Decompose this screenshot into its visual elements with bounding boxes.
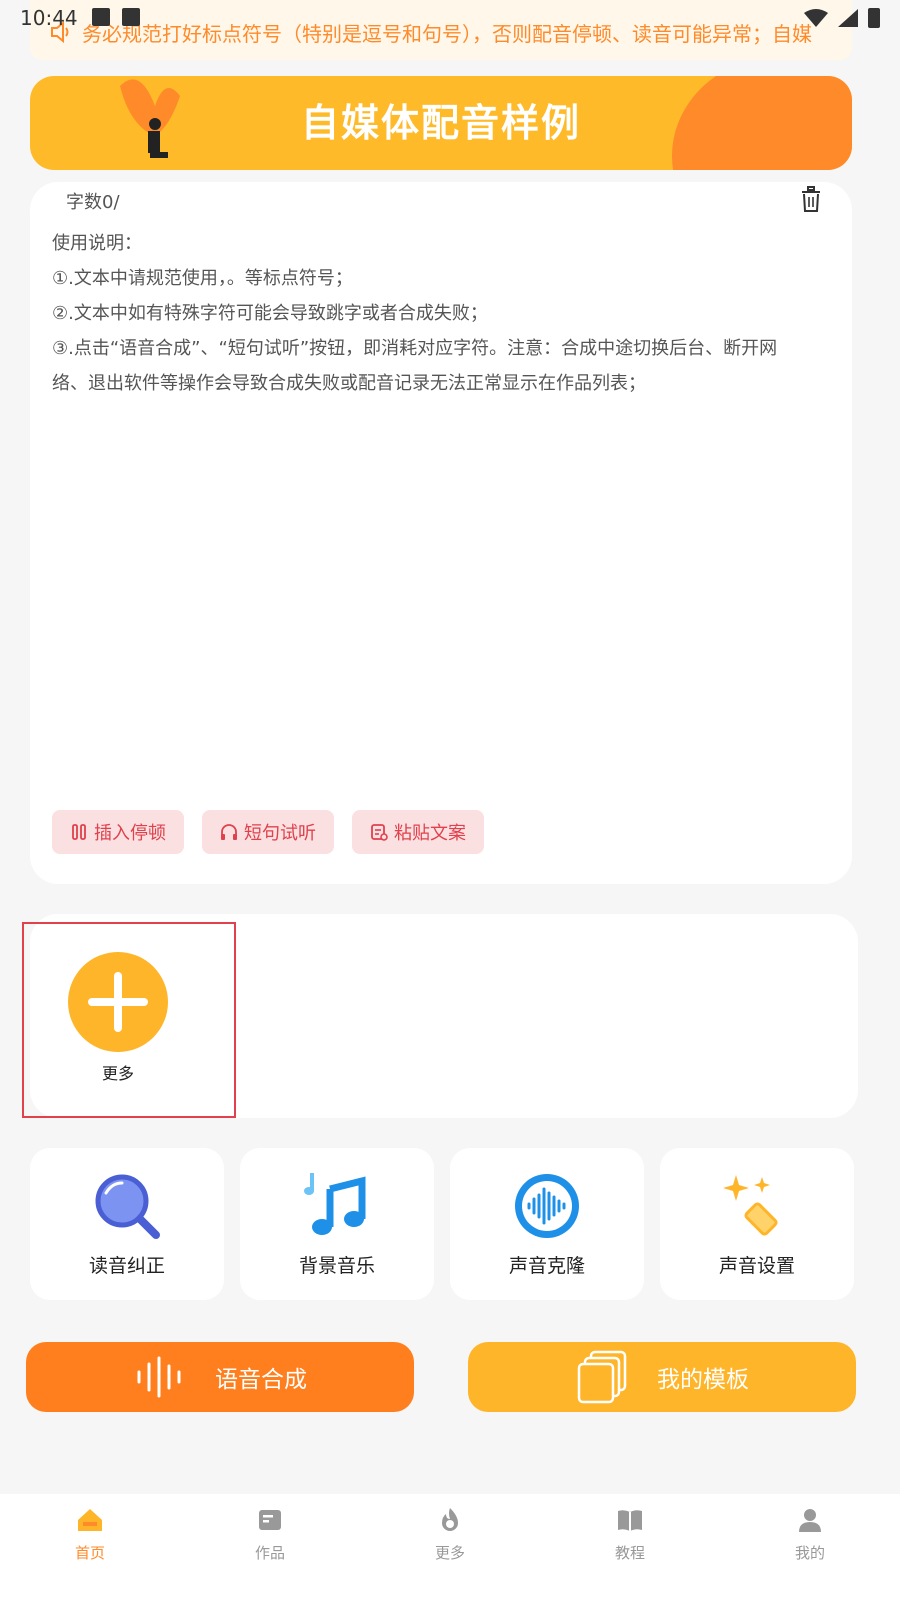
tool-label: 读音纠正 [88,1254,165,1277]
tab-works[interactable]: 作品 [180,1494,360,1600]
user-icon [799,1509,821,1532]
paste-text-button[interactable]: 粘贴文案 [352,810,484,854]
sound-wave-icon [137,1356,181,1398]
more-voices-button[interactable]: 更多 [68,952,168,1084]
usage-instructions: 使用说明： ①.文本中请规范使用，。等标点符号； ②.文本中如有特殊字符可能会导… [52,226,812,401]
works-icon [259,1510,281,1530]
plus-icon [68,952,168,1052]
banner-title: 自媒体配音样例 [300,101,581,145]
sparkle-wand-icon [723,1174,778,1236]
image-notification-icon [92,8,110,26]
word-count: 字数0/ [66,192,120,213]
instruction-line: 使用说明： [52,233,142,254]
stacked-cards-icon [577,1350,627,1404]
tab-mine[interactable]: 我的 [720,1494,900,1600]
tab-tutorial[interactable]: 教程 [540,1494,720,1600]
bottom-tab-bar: 首页 作品 更多 教程 我的 [0,1494,900,1600]
tab-label: 作品 [254,1544,285,1562]
tab-label: 更多 [434,1544,465,1562]
insert-pause-button[interactable]: 插入停顿 [52,810,184,854]
pronunciation-fix-tool[interactable]: 读音纠正 [30,1148,224,1300]
tool-label: 声音克隆 [508,1254,585,1277]
voice-settings-tool[interactable]: 声音设置 [660,1148,854,1300]
book-icon [618,1510,642,1531]
status-time: 10:44 [20,6,78,30]
instruction-line: ②.文本中如有特殊字符可能会导致跳字或者合成失败； [52,303,488,324]
more-label: 更多 [101,1064,134,1083]
tab-home[interactable]: 首页 [0,1494,180,1600]
banner[interactable]: 自媒体配音样例 [30,76,852,170]
insert-pause-label: 插入停顿 [94,823,166,844]
tab-label: 教程 [614,1544,645,1562]
wifi-icon [804,9,828,27]
tab-label: 首页 [74,1544,105,1562]
my-templates-label: 我的模板 [657,1367,749,1393]
my-templates-button[interactable]: 我的模板 [468,1342,856,1412]
notification-icons [92,8,140,26]
tool-label: 声音设置 [718,1254,795,1277]
flame-icon [442,1508,458,1531]
tool-grid: 读音纠正 背景音乐 声音克隆 声音设置 [30,1148,854,1300]
synthesize-button[interactable]: 语音合成 [26,1342,414,1412]
system-icons [804,8,880,28]
voice-clone-tool[interactable]: 声音克隆 [450,1148,644,1300]
instruction-line: ①.文本中请规范使用，。等标点符号； [52,268,353,289]
editor-actions: 插入停顿 短句试听 粘贴文案 [52,810,484,854]
paste-icon [371,824,388,841]
text-editor[interactable]: 字数0/ 使用说明： ①.文本中请规范使用，。等标点符号； ②.文本中如有特殊字… [30,182,852,884]
background-music-tool[interactable]: 背景音乐 [240,1148,434,1300]
paste-text-label: 粘贴文案 [394,823,466,844]
tab-label: 我的 [794,1544,825,1562]
waveform-icon [515,1173,579,1238]
preview-sentence-label: 短句试听 [244,823,316,844]
battery-icon [868,8,880,28]
headphones-icon [221,824,237,840]
pause-icon [72,824,86,840]
tool-label: 背景音乐 [298,1254,375,1277]
magnifier-icon [95,1174,160,1239]
music-note-icon [304,1172,366,1235]
preview-sentence-button[interactable]: 短句试听 [202,810,334,854]
tab-more[interactable]: 更多 [360,1494,540,1600]
instruction-line: ③.点击“语音合成”、“短句试听”按钮，即消耗对应字符。注意：合成中途切换后台、… [52,338,778,394]
synthesize-label: 语音合成 [215,1367,307,1393]
signal-icon [838,9,858,27]
status-bar: 10:44 [0,0,900,36]
trash-icon[interactable] [800,186,822,212]
home-icon [78,1509,102,1531]
font-notification-icon [122,8,140,26]
